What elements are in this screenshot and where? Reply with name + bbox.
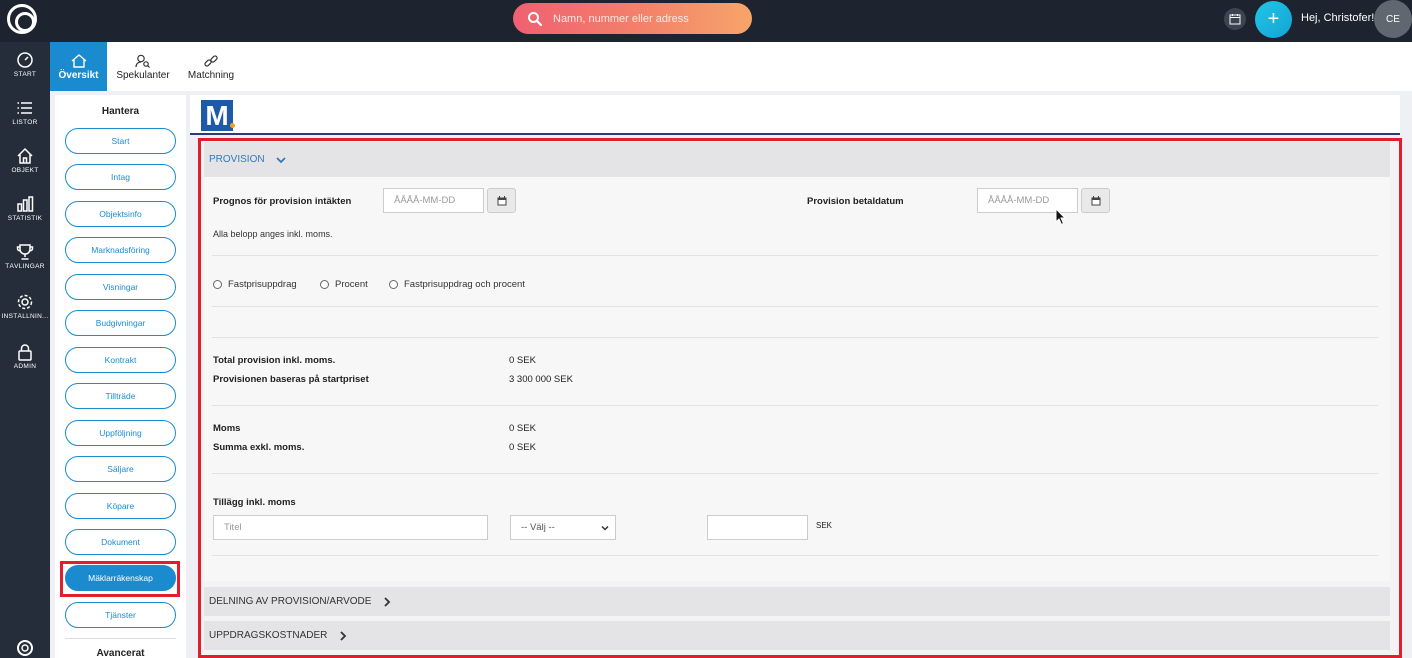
menu-item-kontrakt[interactable]: Kontrakt — [65, 347, 176, 373]
tab-label: Spekulanter — [116, 69, 170, 81]
menu-item-dokument[interactable]: Dokument — [65, 529, 176, 555]
help-button[interactable] — [0, 638, 50, 658]
bar-chart-icon — [15, 194, 35, 214]
menu-item-uppfoljning[interactable]: Uppföljning — [65, 420, 176, 446]
left-rail: START LISTOR OBJEKT STATISTIK TÄVLINGAR … — [0, 42, 50, 658]
rail-label: START — [13, 71, 37, 78]
rail-item-admin[interactable]: ADMIN — [0, 342, 50, 370]
avatar[interactable]: CE — [1374, 0, 1412, 38]
rail-label: OBJEKT — [11, 167, 39, 174]
menu-item-saljare[interactable]: Säljare — [65, 456, 176, 482]
menu-item-marknadsforing[interactable]: Marknadsföring — [65, 237, 176, 263]
menu-item-tjanster[interactable]: Tjänster — [65, 602, 176, 628]
speedometer-icon — [15, 50, 35, 70]
rail-label: ADMIN — [13, 363, 37, 370]
menu-item-objektsinfo[interactable]: Objektsinfo — [65, 201, 176, 227]
search-input[interactable]: Namn, nummer eller adress — [553, 13, 689, 25]
tab-label: Översikt — [58, 69, 99, 81]
rail-item-statistik[interactable]: STATISTIK — [0, 194, 50, 222]
rail-label: INSTÄLLNIN... — [1, 313, 49, 320]
search-bar[interactable]: Namn, nummer eller adress — [513, 3, 752, 34]
rail-item-objekt[interactable]: OBJEKT — [0, 146, 50, 174]
brand-strip: M — [190, 95, 1400, 135]
rail-item-tavlingar[interactable]: TÄVLINGAR — [0, 242, 50, 270]
menu-item-start[interactable]: Start — [65, 128, 176, 154]
lifebuoy-icon — [15, 638, 35, 658]
side-menu-advanced-title: Avancerat — [96, 648, 145, 658]
rail-label: STATISTIK — [7, 215, 43, 222]
home-icon — [15, 146, 35, 166]
tab-spekulanter[interactable]: Spekulanter — [110, 42, 176, 91]
menu-item-kopare[interactable]: Köpare — [65, 493, 176, 519]
tab-oversikt[interactable]: Översikt — [50, 42, 107, 91]
rail-label: LISTOR — [12, 119, 38, 126]
user-greeting: Hej, Christofer! — [1301, 12, 1375, 24]
rail-item-listor[interactable]: LISTOR — [0, 98, 50, 126]
trophy-icon — [15, 242, 35, 262]
lock-icon — [15, 342, 35, 362]
tab-bar: Översikt Spekulanter Matchning — [50, 42, 1412, 91]
menu-item-tilltrade[interactable]: Tillträde — [65, 383, 176, 409]
brand-logo-dot — [230, 123, 235, 128]
menu-item-intag[interactable]: Intag — [65, 164, 176, 190]
menu-item-budgivningar[interactable]: Budgivningar — [65, 310, 176, 336]
rail-item-start[interactable]: START — [0, 50, 50, 78]
divider — [65, 638, 176, 639]
top-bar: Namn, nummer eller adress + Hej, Christo… — [0, 0, 1412, 42]
app-logo-icon[interactable] — [7, 4, 37, 34]
list-icon — [15, 98, 35, 118]
gear-icon — [15, 292, 35, 312]
mouse-cursor-icon — [1055, 207, 1067, 226]
tab-label: Matchning — [187, 69, 235, 81]
search-icon — [527, 11, 543, 27]
person-search-icon — [134, 53, 152, 69]
add-button[interactable]: + — [1255, 1, 1292, 38]
home-icon — [70, 53, 88, 69]
rail-item-installningar[interactable]: INSTÄLLNIN... — [0, 292, 50, 320]
highlight-marker — [60, 561, 180, 597]
highlight-marker — [198, 138, 1402, 658]
calendar-icon[interactable] — [1224, 8, 1246, 30]
tab-matchning[interactable]: Matchning — [182, 42, 240, 91]
side-menu-title: Hantera — [101, 106, 140, 117]
link-icon — [202, 53, 220, 69]
menu-item-visningar[interactable]: Visningar — [65, 274, 176, 300]
rail-label: TÄVLINGAR — [5, 263, 45, 270]
brand-logo: M — [201, 100, 233, 131]
